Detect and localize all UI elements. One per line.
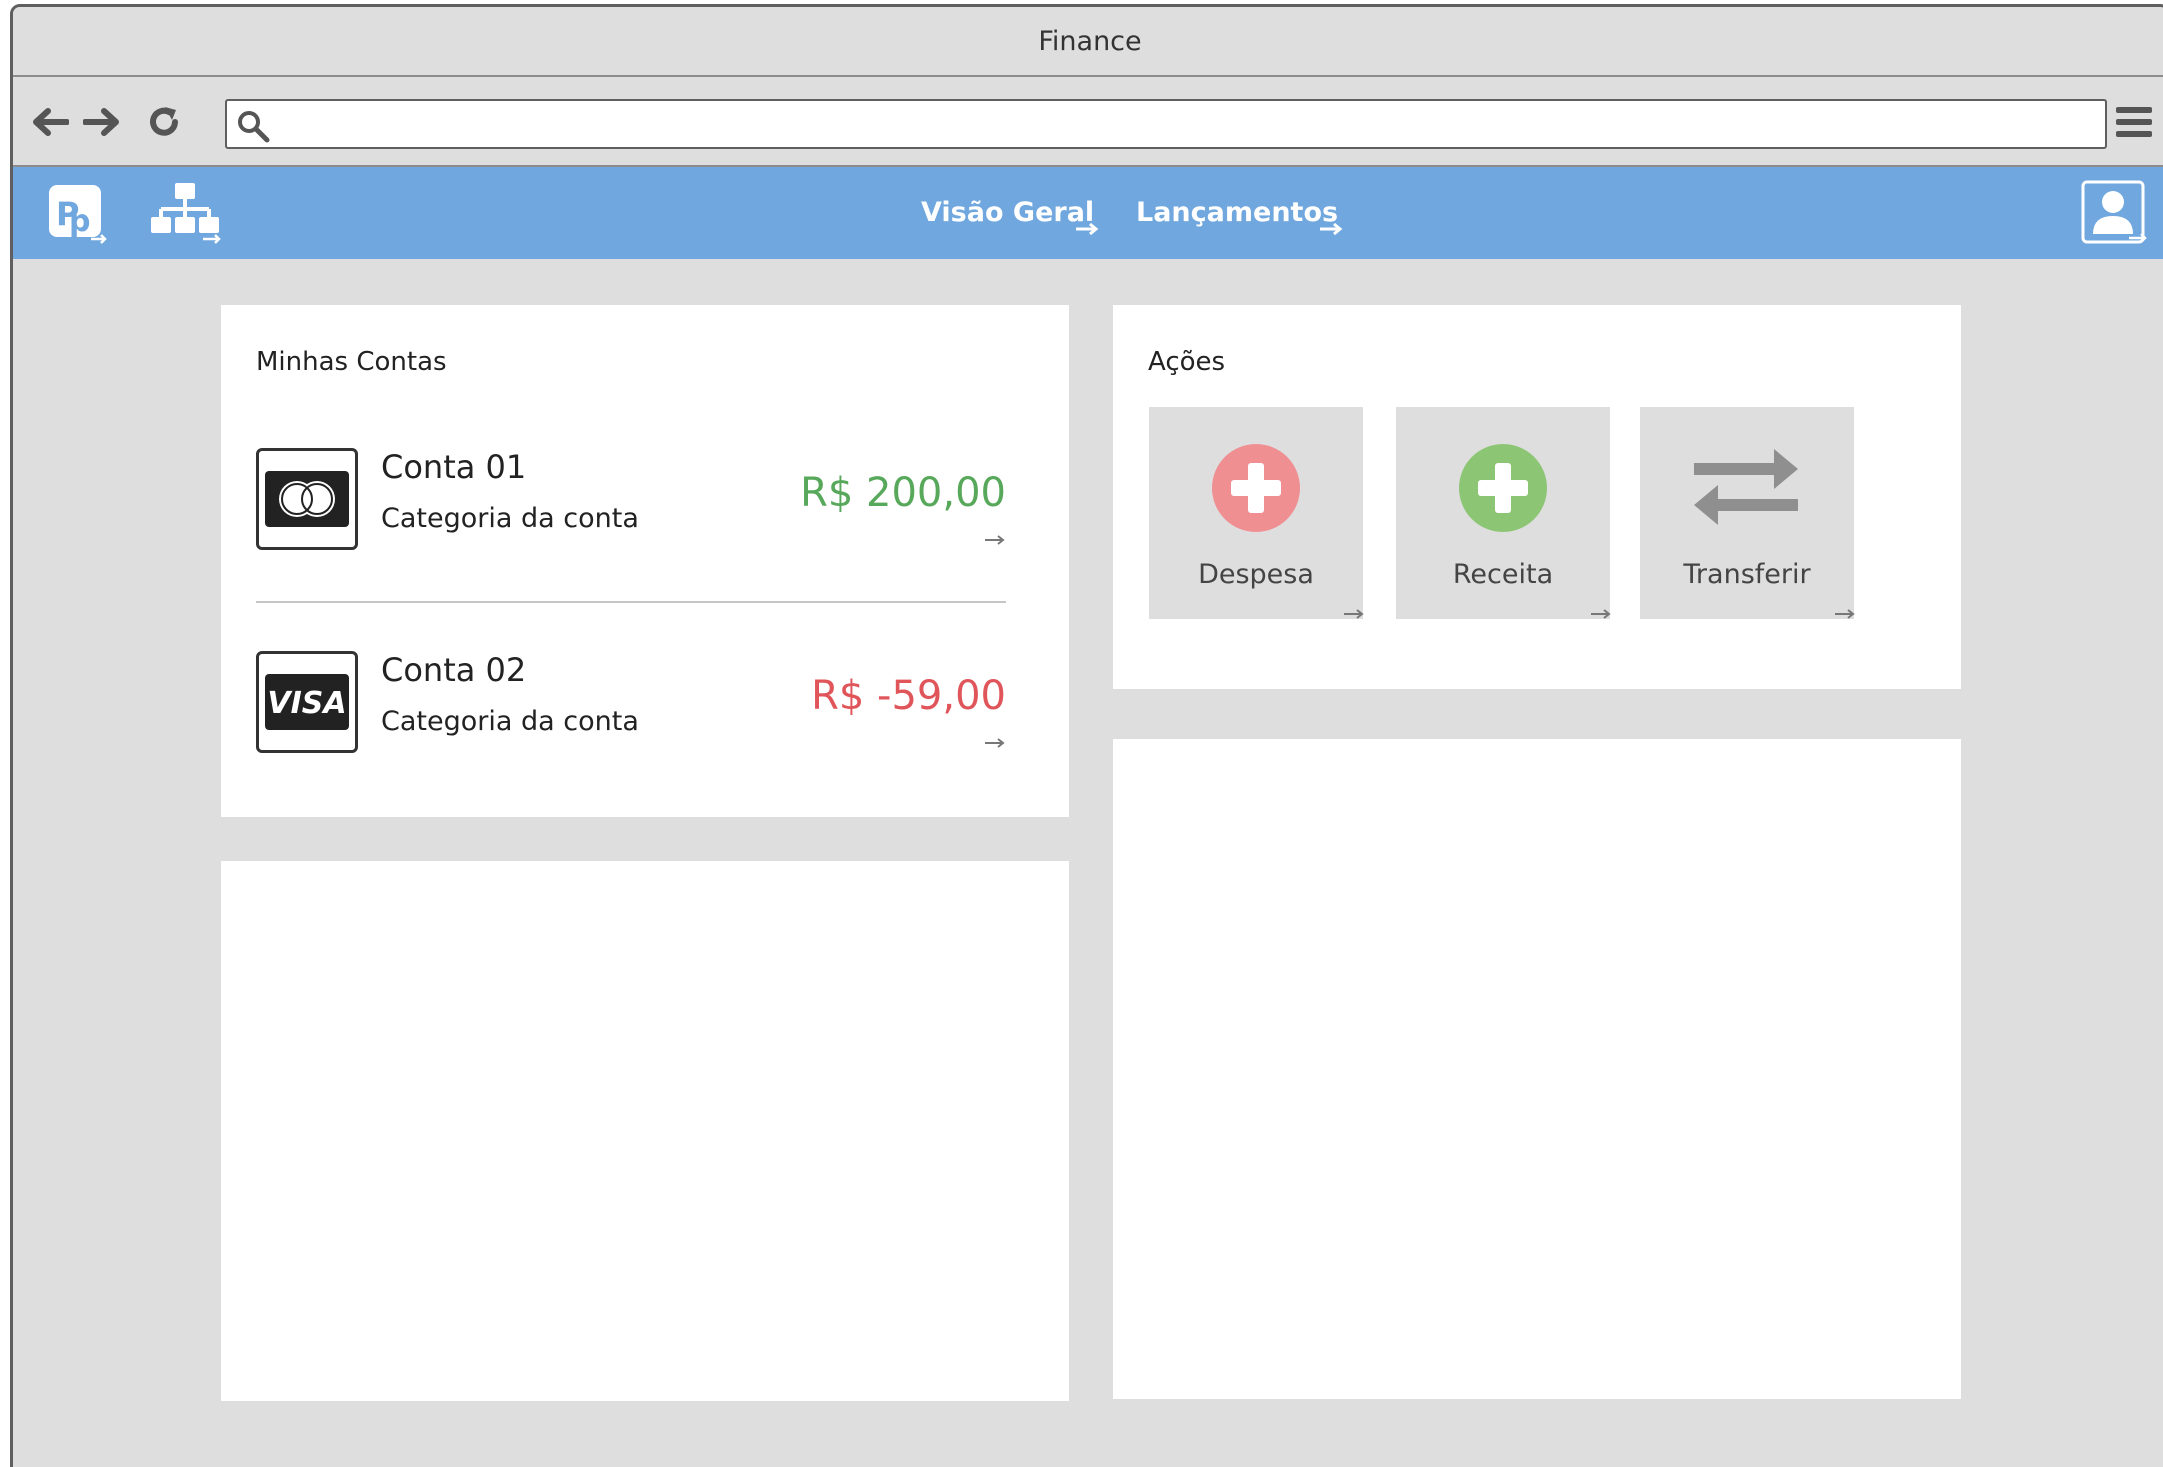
action-label: Despesa (1198, 559, 1314, 590)
nav-link-label: Lançamentos (1136, 197, 1339, 228)
account-category: Categoria da conta (381, 706, 639, 737)
account-name: Conta 02 (381, 651, 527, 689)
account-category: Categoria da conta (381, 503, 639, 534)
account-item[interactable]: VISA Conta 02 Categoria da conta R$ -59,… (221, 651, 1069, 781)
empty-panel-bottom-right (1113, 739, 1961, 1399)
link-arrow-icon (985, 535, 1005, 545)
link-arrow-icon (1076, 222, 1099, 236)
svg-text:p: p (69, 204, 90, 239)
visa-icon: VISA (256, 651, 358, 753)
action-label: Receita (1452, 559, 1554, 590)
nav-link-label: Visão Geral (921, 197, 1095, 228)
browser-menu-button[interactable] (2111, 99, 2157, 145)
user-avatar-icon[interactable] (2081, 180, 2147, 246)
arrow-left-icon (33, 108, 69, 136)
actions-panel-title: Ações (1148, 347, 1226, 377)
accounts-panel: Minhas Contas Conta 01 Categoria da cont… (221, 305, 1069, 817)
link-arrow-icon (1320, 222, 1343, 236)
account-balance: R$ 200,00 (800, 470, 1006, 516)
actions-panel: Ações Despesa Receita Transferir (1113, 305, 1961, 689)
arrow-right-icon (83, 108, 119, 136)
accounts-panel-title: Minhas Contas (256, 347, 447, 377)
account-divider (256, 601, 1006, 603)
transfer-button[interactable]: Transferir (1640, 407, 1855, 619)
link-arrow-icon (1835, 609, 1855, 619)
forward-button[interactable] (79, 99, 125, 145)
plus-circle-green-icon (1459, 444, 1547, 532)
plus-circle-red-icon (1212, 444, 1300, 532)
empty-panel-bottom-left (221, 861, 1069, 1401)
add-expense-button[interactable]: Despesa (1149, 407, 1364, 619)
search-icon (238, 111, 270, 143)
url-input[interactable] (279, 105, 2097, 143)
browser-toolbar (13, 77, 2163, 167)
app-navbar: P p Visão Geral Lançamentos (13, 167, 2163, 259)
add-income-button[interactable]: Receita (1396, 407, 1611, 619)
back-button[interactable] (27, 99, 73, 145)
nav-link-visao-geral[interactable]: Visão Geral (921, 197, 1099, 236)
reload-icon (150, 107, 178, 136)
account-name: Conta 01 (381, 448, 527, 486)
window-title: Finance (1038, 25, 1142, 57)
link-arrow-icon (985, 738, 1005, 748)
nav-link-lancamentos[interactable]: Lançamentos (1136, 197, 1343, 236)
link-arrow-icon (1344, 609, 1364, 619)
link-arrow-icon (1591, 609, 1611, 619)
swap-arrows-icon (1694, 449, 1798, 525)
svg-text:VISA: VISA (267, 686, 346, 721)
action-label: Transferir (1683, 559, 1811, 590)
app-logo-icon[interactable]: P p (47, 183, 109, 245)
reload-button[interactable] (141, 99, 187, 145)
window-titlebar: Finance (13, 7, 2163, 77)
account-balance: R$ -59,00 (811, 673, 1006, 719)
mastercard-icon (256, 448, 358, 550)
address-bar[interactable] (225, 99, 2107, 149)
sitemap-icon[interactable] (151, 181, 221, 245)
browser-window: Finance P p Visão Geral Lançamentos Minh… (10, 4, 2163, 1467)
account-item[interactable]: Conta 01 Categoria da conta R$ 200,00 (221, 448, 1069, 578)
hamburger-menu-icon (2116, 107, 2152, 137)
